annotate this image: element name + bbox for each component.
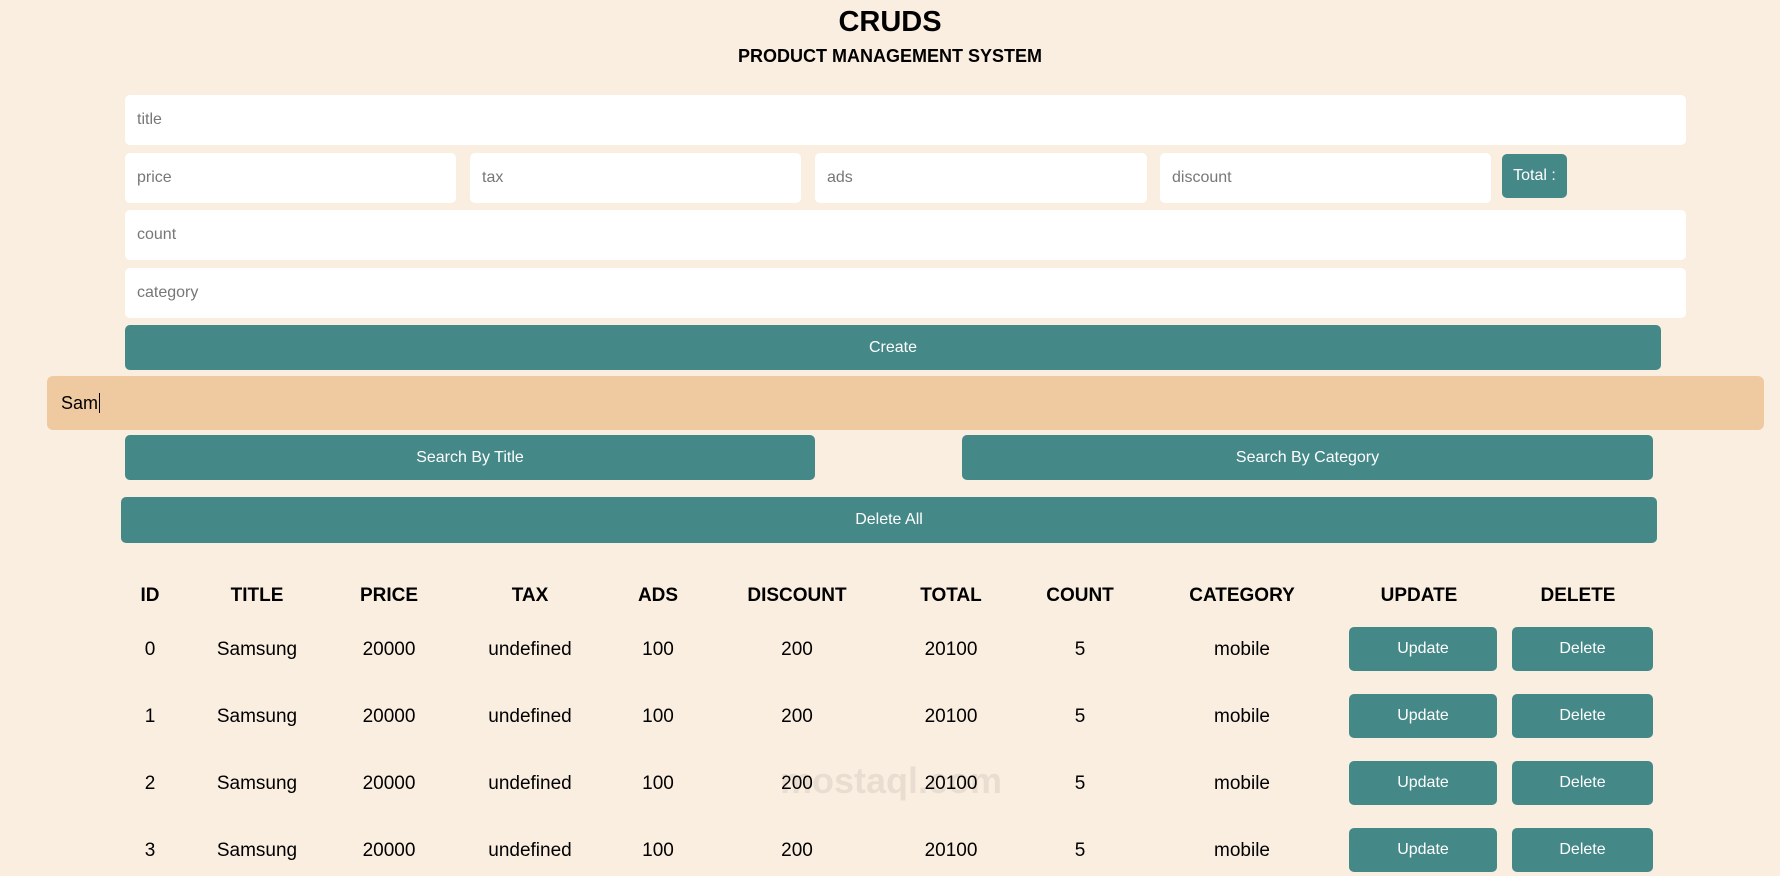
header-delete: DELETE [1540,585,1616,606]
tax-input[interactable] [470,153,801,203]
price-input[interactable] [125,153,456,203]
page-title: CRUDS [838,6,942,38]
cell-id: 3 [144,840,156,861]
header-count: COUNT [1046,585,1114,606]
cell-category: mobile [1214,773,1270,794]
cell-total: 20100 [924,840,978,861]
cell-title: Samsung [216,840,298,861]
delete-button[interactable]: Delete [1512,761,1653,805]
header-category: CATEGORY [1189,585,1295,606]
delete-all-button[interactable]: Delete All [121,497,1657,543]
cell-discount: 200 [781,706,813,727]
cell-tax: undefined [488,706,572,727]
cell-count: 5 [1074,773,1086,794]
cell-title: Samsung [216,706,298,727]
cell-discount: 200 [781,773,813,794]
cell-ads: 100 [642,639,674,660]
cell-price: 20000 [362,773,416,794]
count-input[interactable] [125,210,1686,260]
search-by-category-button[interactable]: Search By Category [962,435,1653,480]
update-button[interactable]: Update [1349,828,1497,872]
cell-id: 0 [144,639,156,660]
search-input-value: Sam [61,392,99,413]
cell-price: 20000 [362,840,416,861]
cell-id: 1 [144,706,156,727]
cell-category: mobile [1214,706,1270,727]
cell-discount: 200 [781,639,813,660]
cell-id: 2 [144,773,156,794]
header-price: PRICE [359,585,419,606]
search-input[interactable]: Sam [47,376,1764,430]
cell-ads: 100 [642,706,674,727]
total-badge: Total : [1502,154,1567,198]
header-id: ID [140,585,160,606]
update-button[interactable]: Update [1349,761,1497,805]
category-input[interactable] [125,268,1686,318]
cell-price: 20000 [362,706,416,727]
create-button[interactable]: Create [125,325,1661,370]
delete-button[interactable]: Delete [1512,828,1653,872]
cell-tax: undefined [488,773,572,794]
cell-total: 20100 [924,773,978,794]
cell-count: 5 [1074,840,1086,861]
header-ads: ADS [637,585,679,606]
delete-button[interactable]: Delete [1512,694,1653,738]
cell-total: 20100 [924,639,978,660]
cell-count: 5 [1074,706,1086,727]
cell-price: 20000 [362,639,416,660]
cell-total: 20100 [924,706,978,727]
ads-input[interactable] [815,153,1147,203]
cell-ads: 100 [642,840,674,861]
update-button[interactable]: Update [1349,627,1497,671]
header-tax: TAX [511,585,549,606]
header-total: TOTAL [920,585,982,606]
cell-title: Samsung [216,773,298,794]
discount-input[interactable] [1160,153,1491,203]
search-by-title-button[interactable]: Search By Title [125,435,815,480]
cell-count: 5 [1074,639,1086,660]
text-caret [99,393,101,413]
header-discount: DISCOUNT [747,585,847,606]
title-input[interactable] [125,95,1686,145]
cell-tax: undefined [488,840,572,861]
header-update: UPDATE [1380,585,1458,606]
cell-title: Samsung [216,639,298,660]
cell-category: mobile [1214,639,1270,660]
cell-discount: 200 [781,840,813,861]
header-title: TITLE [230,585,284,606]
delete-button[interactable]: Delete [1512,627,1653,671]
update-button[interactable]: Update [1349,694,1497,738]
cell-category: mobile [1214,840,1270,861]
cell-ads: 100 [642,773,674,794]
cell-tax: undefined [488,639,572,660]
page-subtitle: PRODUCT MANAGEMENT SYSTEM [737,46,1042,66]
